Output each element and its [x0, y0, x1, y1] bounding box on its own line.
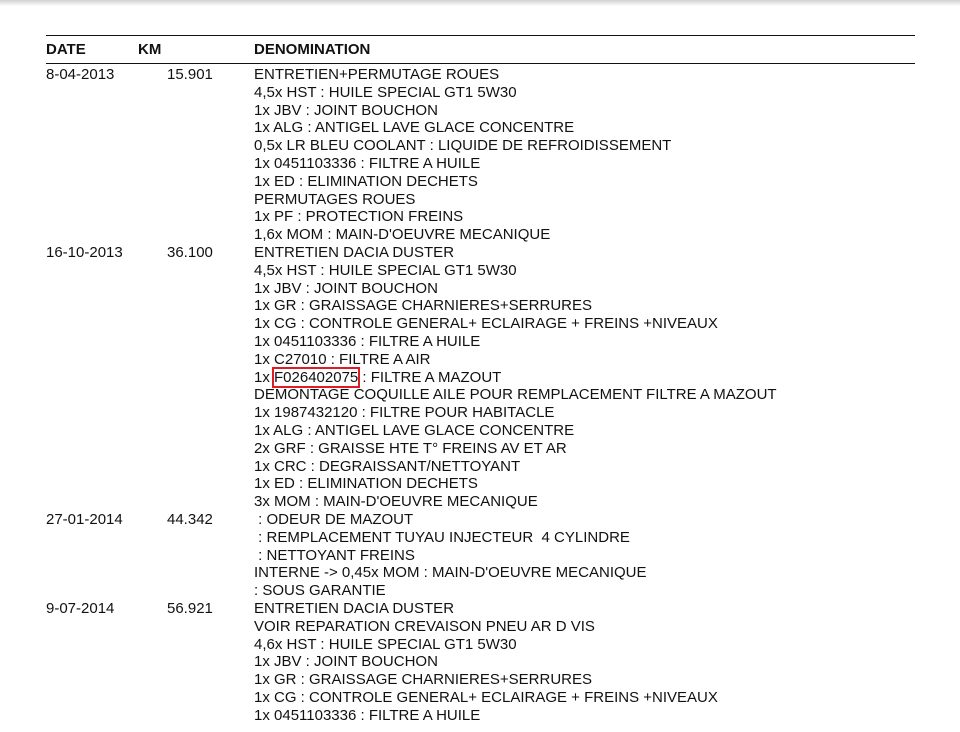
- record-line: 1x 0451103336 : FILTRE A HUILE: [254, 332, 481, 350]
- record-line: : NETTOYANT FREINS: [254, 546, 415, 564]
- record-line: 1,6x MOM : MAIN-D'OEUVRE MECANIQUE: [254, 226, 551, 244]
- line-prefix: 1x: [254, 368, 275, 386]
- highlighted-part-number: F026402075: [272, 366, 361, 388]
- record-line: 4,6x HST : HUILE SPECIAL GT1 5W30: [254, 635, 517, 653]
- record-line: 1x ALG : ANTIGEL LAVE GLACE CONCENTRE: [254, 119, 575, 137]
- header-km: KM: [138, 41, 162, 58]
- record-line: : REMPLACEMENT TUYAU INJECTEUR 4 CYLINDR…: [254, 528, 630, 546]
- record-line: ENTRETIEN DACIA DUSTER: [254, 243, 455, 261]
- record-line: VOIR REPARATION CREVAISON PNEU AR D VIS: [254, 617, 595, 635]
- header-denomination: DENOMINATION: [254, 41, 371, 58]
- service-history-document: DATE KM DENOMINATION 8-04-2013 15.901 ENTR…: [46, 35, 915, 724]
- record-line: 1x 0451103336 : FILTRE A HUILE: [254, 154, 481, 172]
- record-km: 15.901: [167, 66, 213, 83]
- record-date: 8-04-2013: [46, 66, 115, 83]
- record-line: 2x GRF : GRAISSE HTE T° FREINS AV ET AR: [254, 439, 567, 457]
- record-date: 9-07-2014: [46, 599, 115, 617]
- page-top-edge: [0, 0, 960, 6]
- record-line: 1x F026402075 : FILTRE A MAZOUT: [254, 366, 915, 388]
- record-line: : ODEUR DE MAZOUT: [254, 510, 414, 528]
- record-line: ENTRETIEN DACIA DUSTER: [254, 599, 455, 617]
- record-line: 1x 1987432120 : FILTRE POUR HABITACLE: [254, 404, 555, 422]
- record-line: DEMONTAGE COQUILLE AILE POUR REMPLACEMEN…: [254, 386, 777, 404]
- record-line: 1x ED : ELIMINATION DECHETS: [254, 475, 478, 493]
- record-line: 1x GR : GRAISSAGE CHARNIERES+SERRURES: [254, 671, 592, 689]
- record-date: 27-01-2014: [46, 510, 123, 528]
- record-line: 3x MOM : MAIN-D'OEUVRE MECANIQUE: [254, 493, 538, 511]
- record-line: INTERNE -> 0,45x MOM : MAIN-D'OEUVRE MEC…: [254, 564, 647, 582]
- record-line: 1x JBV : JOINT BOUCHON: [254, 279, 438, 297]
- line-suffix: : FILTRE A MAZOUT: [358, 368, 502, 386]
- record-line: 1x CRC : DEGRAISSANT/NETTOYANT: [254, 457, 521, 475]
- service-record: 27-01-2014 44.342 : ODEUR DE MAZOUT : REM…: [46, 511, 915, 600]
- record-line: 1x 0451103336 : FILTRE A HUILE: [254, 706, 481, 724]
- record-line: 1x ALG : ANTIGEL LAVE GLACE CONCENTRE: [254, 421, 575, 439]
- record-line: 4,5x HST : HUILE SPECIAL GT1 5W30: [254, 83, 517, 101]
- record-line: PERMUTAGES ROUES: [254, 190, 416, 208]
- record-km: 36.100: [167, 243, 213, 261]
- table-header: DATE KM DENOMINATION: [46, 36, 915, 63]
- record-km: 56.921: [167, 599, 213, 617]
- record-line: 1x PF : PROTECTION FREINS: [254, 208, 464, 226]
- service-record: 9-07-2014 56.921 ENTRETIEN DACIA DUSTER VOI…: [46, 600, 915, 725]
- service-record: 16-10-2013 36.100 ENTRETIEN DACIA DUSTER 4,…: [46, 244, 915, 511]
- record-line: 1x C27010 : FILTRE A AIR: [254, 350, 431, 368]
- record-km: 44.342: [167, 510, 213, 528]
- record-line: 1x GR : GRAISSAGE CHARNIERES+SERRURES: [254, 297, 592, 315]
- header-date: DATE: [46, 41, 86, 58]
- record-line: 0,5x LR BLEU COOLANT : LIQUIDE DE REFROI…: [254, 137, 672, 155]
- record-line: 1x ED : ELIMINATION DECHETS: [254, 172, 478, 190]
- record-line: 4,5x HST : HUILE SPECIAL GT1 5W30: [254, 261, 517, 279]
- record-line: 1x JBV : JOINT BOUCHON: [254, 101, 438, 119]
- record-date: 16-10-2013: [46, 243, 123, 261]
- record-line: 1x CG : CONTROLE GENERAL+ ECLAIRAGE + FR…: [254, 688, 718, 706]
- service-records: 8-04-2013 15.901 ENTRETIEN+PERMUTAGE ROUES…: [46, 66, 915, 724]
- record-line: ENTRETIEN+PERMUTAGE ROUES: [254, 66, 500, 83]
- service-record: 8-04-2013 15.901 ENTRETIEN+PERMUTAGE ROUES…: [46, 66, 915, 244]
- record-line: 1x JBV : JOINT BOUCHON: [254, 653, 438, 671]
- record-line: 1x CG : CONTROLE GENERAL+ ECLAIRAGE + FR…: [254, 315, 718, 333]
- record-line: : SOUS GARANTIE: [254, 582, 386, 600]
- header-bottom-rule: [46, 63, 915, 64]
